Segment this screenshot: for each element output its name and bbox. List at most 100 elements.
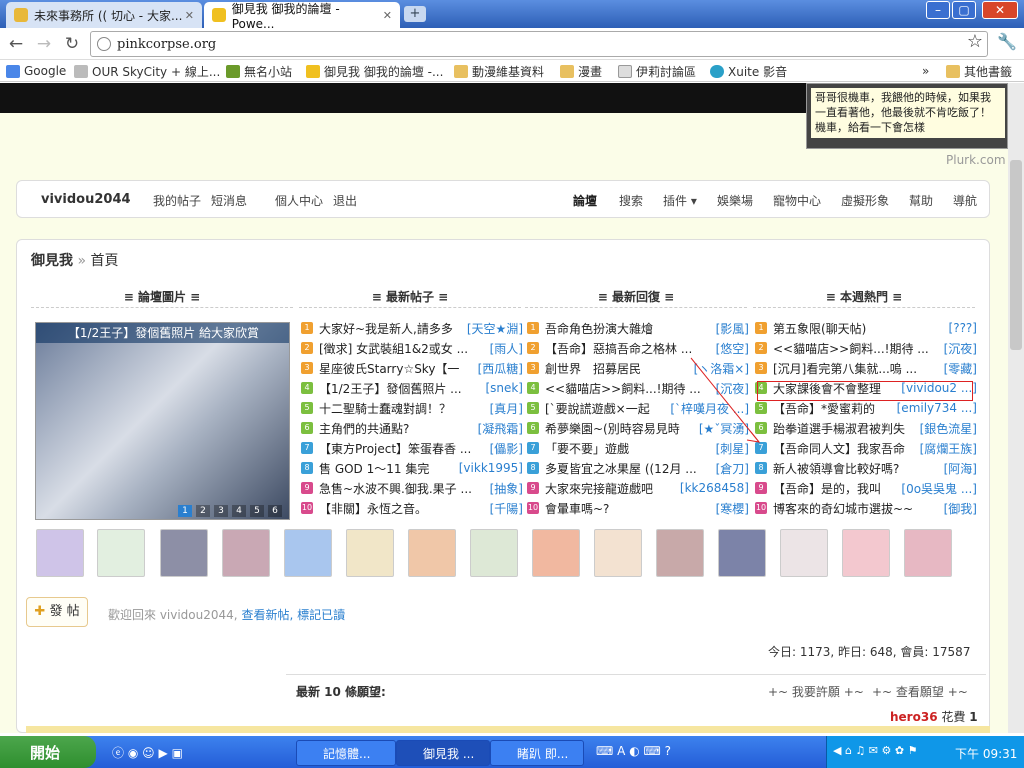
bookmark-skycity[interactable]: OUR SkyCity + 線上...	[74, 62, 220, 80]
thread-title[interactable]: 【吾命】是的，我叫	[773, 480, 897, 497]
thread-author[interactable]: [御我]	[944, 500, 977, 517]
ime-mode-icon[interactable]: A	[617, 744, 625, 758]
thread-title[interactable]: 【東方Project】笨蛋春香 ...	[319, 440, 486, 457]
thread-author[interactable]: [倉刀]	[716, 460, 749, 477]
mark-read-link[interactable]: 標記已讀	[297, 608, 345, 622]
hot-thread-row[interactable]: 9 【吾命】是的，我叫 [0o吳吳鬼 ...]	[755, 478, 977, 498]
thread-author[interactable]: [沉夜]	[944, 340, 977, 357]
thread-title[interactable]: 【1/2王子】發個舊照片 ...	[319, 380, 481, 397]
back-arrow-icon[interactable]: ←	[6, 34, 26, 54]
thread-title[interactable]: 博客來的奇幻城市選拔~~	[773, 500, 940, 517]
slide-page-button[interactable]: 1	[178, 505, 192, 517]
messages-link[interactable]: 短消息	[211, 192, 247, 209]
avatar-thumbnail[interactable]	[656, 529, 704, 577]
thread-author[interactable]: [抽象]	[490, 480, 523, 497]
thread-title[interactable]: 多夏皆宜之冰果屋 ((12月 ...	[545, 460, 712, 477]
hot-thread-row[interactable]: 3 [沉月]看完第八集就...嗚 ... [零藏]	[755, 358, 977, 378]
latest-post-row[interactable]: 4 【1/2王子】發個舊照片 ... [snek]	[301, 378, 523, 398]
avatar-thumbnail[interactable]	[842, 529, 890, 577]
thread-author[interactable]: [天空★淵]	[467, 320, 523, 337]
user-center-link[interactable]: 個人中心	[275, 192, 323, 209]
thread-title[interactable]: [沉月]看完第八集就...嗚 ...	[773, 360, 940, 377]
thread-title[interactable]: 主角們的共通點?	[319, 420, 474, 437]
address-bar[interactable]: pinkcorpse.org	[90, 31, 988, 57]
tab-inactive[interactable]: 未來事務所 (( 切心 - 大家... ✕	[6, 2, 202, 28]
thread-title[interactable]: 希夢樂園~(別時容易見時	[545, 420, 695, 437]
thread-title[interactable]: [`要說謊遊戲×一起	[545, 400, 666, 417]
nav-avatar[interactable]: 虛擬形象	[841, 192, 889, 209]
scrollbar-thumb[interactable]	[1010, 160, 1022, 350]
bookmark-anime-wiki[interactable]: 動漫維基資料	[454, 62, 544, 80]
avatar-thumbnail[interactable]	[36, 529, 84, 577]
thread-author[interactable]: [銀色流星]	[920, 420, 977, 437]
media-icon[interactable]: ▶	[159, 746, 168, 760]
latest-reply-row[interactable]: 8 多夏皆宜之冰果屋 ((12月 ... [倉刀]	[527, 458, 749, 478]
nav-search[interactable]: 搜索	[619, 192, 643, 209]
hot-thread-row[interactable]: 10 博客來的奇幻城市選拔~~ [御我]	[755, 498, 977, 518]
thread-title[interactable]: 十二聖騎士蠢魂對調！？	[319, 400, 486, 417]
slide-page-button[interactable]: 6	[268, 505, 282, 517]
wrench-icon[interactable]: 🔧	[996, 32, 1018, 54]
avatar-thumbnail[interactable]	[532, 529, 580, 577]
thread-title[interactable]: <<貓喵店>>飼料...!期待 ...	[773, 340, 940, 357]
latest-post-row[interactable]: 10 【非關】永恆之音。 [千陽]	[301, 498, 523, 518]
ime-half-icon[interactable]: ◐	[629, 744, 639, 758]
bookmarks-more-button[interactable]: »	[922, 62, 929, 80]
nav-help[interactable]: 幫助	[909, 192, 933, 209]
make-wish-link[interactable]: +~ 我要許願 +~	[768, 683, 864, 700]
nav-forum[interactable]: 論壇	[573, 192, 597, 209]
ie-icon[interactable]: ⓔ	[112, 746, 124, 760]
ime-icon[interactable]: ⌨	[596, 744, 613, 758]
thread-author[interactable]: [snek]	[485, 381, 523, 395]
thread-author[interactable]: [零藏]	[944, 360, 977, 377]
help-icon[interactable]: ?	[665, 744, 671, 758]
thread-author[interactable]: [???]	[949, 321, 977, 335]
reload-icon[interactable]: ↻	[62, 34, 82, 54]
avatar-thumbnail[interactable]	[222, 529, 270, 577]
latest-post-row[interactable]: 6 主角們的共通點? [凝飛霜]	[301, 418, 523, 438]
username-link[interactable]: vividou2044	[41, 192, 131, 207]
thread-title[interactable]: 【非關】永恆之音。	[319, 500, 486, 517]
thread-author[interactable]: [影風]	[716, 320, 749, 337]
thread-title[interactable]: 會暈車嗎~?	[545, 500, 712, 517]
avatar-thumbnail[interactable]	[284, 529, 332, 577]
thread-author[interactable]: [悠空]	[716, 340, 749, 357]
hot-thread-row[interactable]: 2 <<貓喵店>>飼料...!期待 ... [沉夜]	[755, 338, 977, 358]
bookmark-eyny[interactable]: 伊莉討論區	[618, 62, 696, 80]
thread-author[interactable]: [儡影]	[490, 440, 523, 457]
tray-icons[interactable]: ◀ ⌂ ♫ ✉ ⚙ ✿ ⚑	[833, 744, 917, 757]
thread-author[interactable]: [vikk1995]	[459, 461, 523, 475]
new-post-button[interactable]: ✚ 發 帖	[26, 597, 88, 627]
maximize-button[interactable]: ▢	[952, 1, 976, 19]
thread-author[interactable]: [0o吳吳鬼 ...]	[901, 480, 977, 497]
my-posts-link[interactable]: 我的帖子	[153, 192, 201, 209]
thread-author[interactable]: [真月]	[490, 400, 523, 417]
avatar-thumbnail[interactable]	[160, 529, 208, 577]
thread-title[interactable]: 大家好~我是新人,請多多	[319, 320, 463, 337]
avatar-thumbnail[interactable]	[97, 529, 145, 577]
latest-reply-row[interactable]: 9 大家來完接龍遊戲吧 [kk268458]	[527, 478, 749, 498]
bookmark-xuite[interactable]: Xuite 影音	[710, 62, 787, 80]
taskbar-task[interactable]: 記憶體...	[296, 740, 396, 766]
thread-title[interactable]: 【吾命同人文】我家吾命	[773, 440, 916, 457]
chrome-icon[interactable]: ◉	[128, 746, 138, 760]
other-bookmarks[interactable]: 其他書籤	[946, 62, 1012, 80]
thread-title[interactable]: 【吾命】惡搞吾命之格林 ...	[545, 340, 712, 357]
thread-title[interactable]: 【吾命】*愛蜜莉的	[773, 400, 893, 417]
latest-post-row[interactable]: 7 【東方Project】笨蛋春香 ... [儡影]	[301, 438, 523, 458]
slide-page-button[interactable]: 4	[232, 505, 246, 517]
hot-thread-row[interactable]: 8 新人被領導會比較好嗎? [阿海]	[755, 458, 977, 478]
hot-thread-row[interactable]: 7 【吾命同人文】我家吾命 [腐爛王族]	[755, 438, 977, 458]
photo-slideshow[interactable]: 【1/2王子】發個舊照片 給大家欣賞 1 2 3 4 5 6	[35, 322, 290, 520]
taskbar-task[interactable]: 睹趴 即...	[490, 740, 584, 766]
thread-title[interactable]: 新人被領導會比較好嗎?	[773, 460, 940, 477]
nav-casino[interactable]: 娛樂場	[717, 192, 753, 209]
taskbar-task-active[interactable]: 御見我 ...	[396, 740, 490, 766]
thread-title[interactable]: 大家來完接龍遊戲吧	[545, 480, 676, 497]
avatar-thumbnail[interactable]	[594, 529, 642, 577]
view-new-posts-link[interactable]: 查看新帖,	[241, 608, 293, 622]
latest-post-row[interactable]: 2 [徵求] 女武裝組1&2或女 ... [雨人]	[301, 338, 523, 358]
latest-post-row[interactable]: 1 大家好~我是新人,請多多 [天空★淵]	[301, 318, 523, 338]
nav-pet-center[interactable]: 寵物中心	[773, 192, 821, 209]
wish-user[interactable]: hero36	[890, 710, 938, 724]
